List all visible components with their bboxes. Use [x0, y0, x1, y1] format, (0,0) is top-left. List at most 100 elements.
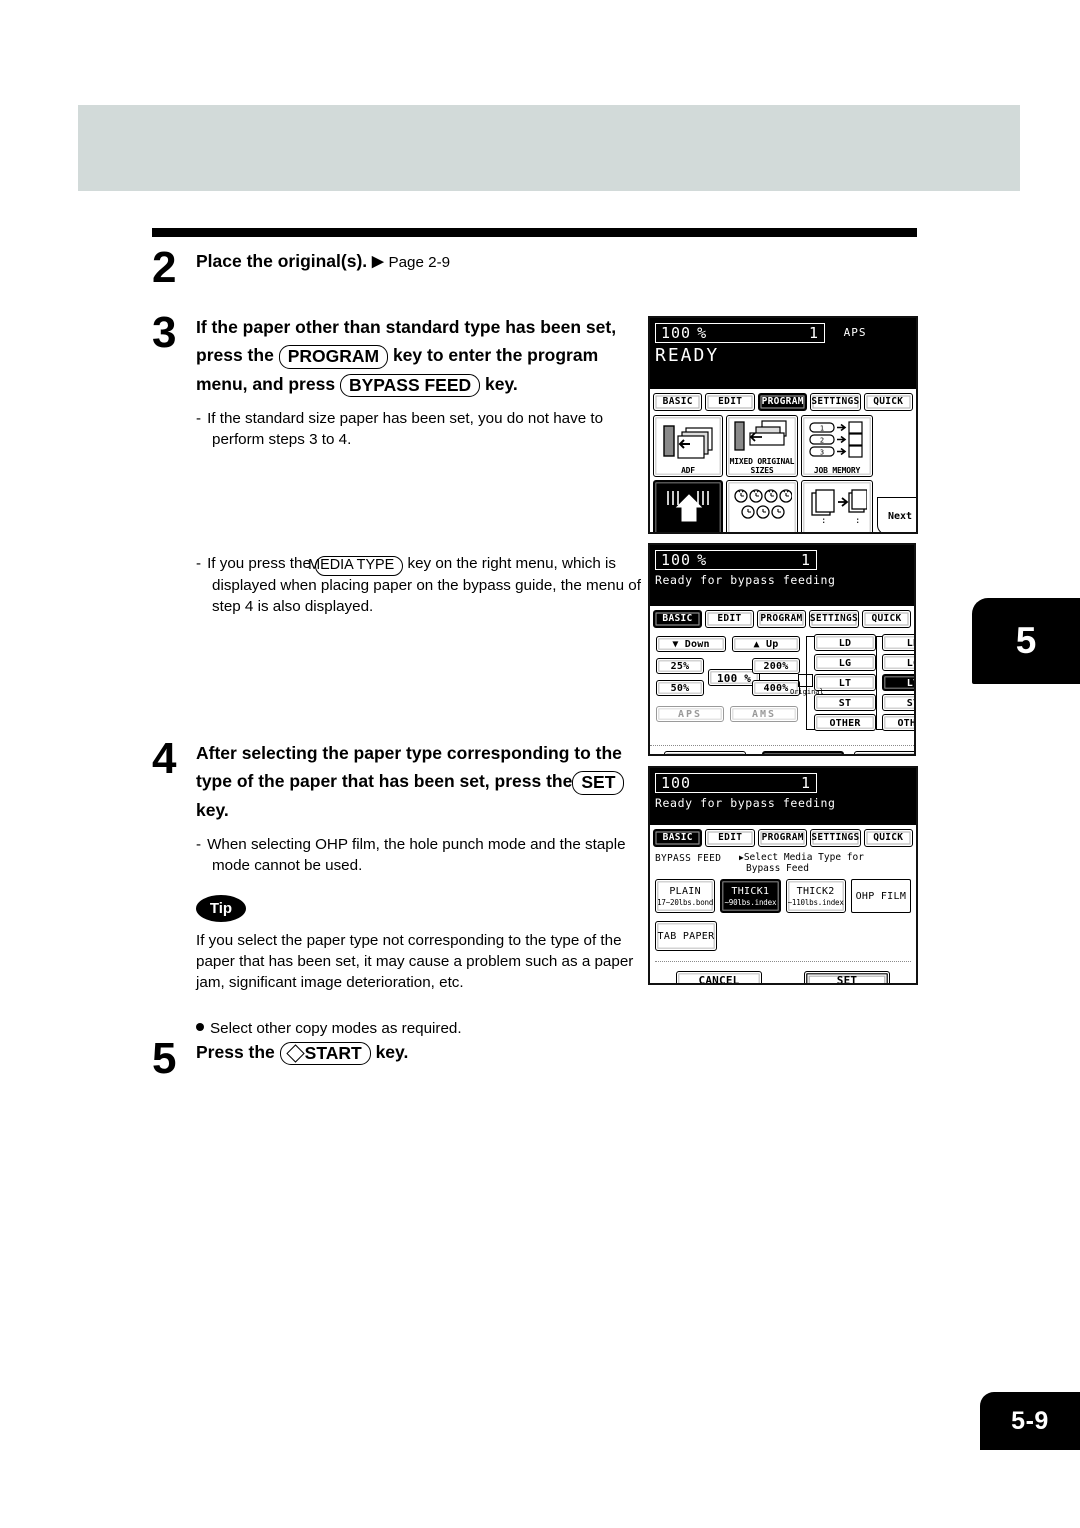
- weekly-timer-icon: [727, 481, 797, 532]
- lcd1-tab-settings[interactable]: SETTINGS: [810, 393, 861, 411]
- copy-size-lt[interactable]: LT: [882, 674, 914, 691]
- lcd-panel-basic-zoom: 100 % 1 Ready for bypass feeding BASIC E…: [648, 543, 916, 756]
- lcd1-cell-mixed-original-sizes[interactable]: MIXED ORIGINAL SIZES: [726, 415, 798, 477]
- lcd3-ratio-box: 100 1: [655, 772, 817, 793]
- step-5: 5 Press the START key.: [152, 1036, 652, 1080]
- cancel-button[interactable]: CANCEL: [676, 971, 762, 983]
- set-button[interactable]: SET: [804, 971, 890, 983]
- bullet-dot-icon: [196, 1022, 204, 1031]
- lcd3-tab-quick[interactable]: QUICK: [863, 829, 914, 847]
- lcd3-status-bar: 100 1 Ready for bypass feeding: [650, 768, 916, 825]
- ams-button[interactable]: AMS: [730, 706, 798, 722]
- zoom-down-button[interactable]: ▼ Down: [656, 636, 726, 652]
- lcd1-tab-edit[interactable]: EDIT: [705, 393, 755, 411]
- start-key-label: START: [304, 1042, 362, 1063]
- media-type-key[interactable]: MEDIA TYPE: [308, 555, 404, 576]
- media-type-row-2: TAB PAPER: [650, 918, 916, 952]
- note-dash: -: [196, 836, 202, 854]
- media-button-thick1[interactable]: THICK1 ~90lbs.index: [720, 879, 781, 914]
- step-4-title: After selecting the paper type correspon…: [196, 739, 652, 824]
- lcd1-function-grid: ADF MIXED ORIGINAL SIZES 1 2 3 JOB MEMOR…: [650, 413, 916, 532]
- lcd2-tab-edit[interactable]: EDIT: [704, 610, 754, 628]
- step-5-title: Press the START key.: [196, 1039, 652, 1066]
- original-size-other[interactable]: OTHER: [814, 714, 876, 731]
- other-key-icon: : :: [802, 481, 872, 532]
- original-size-ld[interactable]: LD: [814, 634, 876, 651]
- lcd3-ratio: 100: [661, 773, 692, 792]
- instruction-column: 2 Place the original(s). ▶ Page 2-9 3 If…: [152, 246, 652, 1080]
- media-button-ohp-film[interactable]: OHP FILM: [850, 879, 911, 914]
- media-button-tab-paper-label: TAB PAPER: [657, 930, 715, 942]
- non-standard-button[interactable]: NON STANDARD: [854, 751, 914, 754]
- step-3-number: 3: [152, 307, 177, 357]
- zoom-25-button[interactable]: 25%: [656, 658, 704, 674]
- zoom-50-button[interactable]: 50%: [656, 680, 704, 696]
- step-4-line3: key.: [196, 799, 229, 820]
- original-sheet-icon: [798, 674, 813, 687]
- lcd3-mode-label: BYPASS FEED: [655, 853, 722, 864]
- lcd2-tab-program[interactable]: PROGRAM: [756, 610, 806, 628]
- lcd2-tab-settings[interactable]: SETTINGS: [808, 610, 860, 628]
- step-3-title: If the paper other than standard type ha…: [196, 313, 652, 398]
- lcd2-tab-basic[interactable]: BASIC: [653, 610, 702, 628]
- lcd1-cell-weekly-timer[interactable]: WEEKLY TIMER: [726, 480, 798, 532]
- lcd3-tab-basic[interactable]: BASIC: [653, 829, 703, 847]
- original-size-st[interactable]: ST: [814, 694, 876, 711]
- lcd2-tab-quick[interactable]: QUICK: [862, 610, 912, 628]
- lcd1-tab-program[interactable]: PROGRAM: [757, 393, 808, 411]
- lcd3-message: Ready for bypass feeding: [655, 795, 836, 810]
- original-size-column: LD LG LT ST OTHER: [814, 634, 876, 734]
- media-button-tab-paper[interactable]: TAB PAPER: [655, 921, 717, 952]
- copy-size-column: LD LG LT ST OTHER: [882, 634, 914, 734]
- lcd1-cell-other-key[interactable]: : : OTHER KEY: [801, 480, 873, 532]
- lcd1-cell-bypass-feed-label: BYPASS FEED: [663, 531, 714, 532]
- copy-size-other[interactable]: OTHER: [882, 714, 914, 731]
- lcd2-footer: RETURN MEDIA TYPE NON STANDARD: [650, 745, 914, 754]
- set-key[interactable]: SET: [572, 771, 625, 796]
- step-4-note-text: When selecting OHP film, the hole punch …: [207, 836, 626, 875]
- media-button-thick1-weight: ~90lbs.index: [724, 897, 777, 907]
- lcd2-body: ▼ Down ▲ Up 25% 50% 100 % 200% 400% APS …: [650, 630, 914, 754]
- lcd1-cell-other-key-label: OTHER KEY: [816, 531, 858, 532]
- bypass-feed-key[interactable]: BYPASS FEED: [339, 373, 481, 398]
- bypass-feed-icon: [654, 481, 722, 532]
- zoom-200-button[interactable]: 200%: [752, 658, 800, 674]
- zoom-down-label: Down: [684, 639, 710, 650]
- lcd2-ratio-box: 100 % 1: [655, 549, 817, 570]
- copy-size-st[interactable]: ST: [882, 694, 914, 711]
- lcd1-tabstrip: BASIC EDIT PROGRAM SETTINGS QUICK: [650, 389, 916, 413]
- step-4-number: 4: [152, 734, 177, 784]
- lcd2-status-bar: 100 % 1 Ready for bypass feeding: [650, 545, 914, 606]
- lcd1-tab-basic[interactable]: BASIC: [653, 393, 703, 411]
- lcd1-cell-job-memory[interactable]: 1 2 3 JOB MEMORY: [801, 415, 873, 477]
- copy-size-ld[interactable]: LD: [882, 634, 914, 651]
- step-4-line1: After selecting the paper type correspon…: [196, 743, 622, 764]
- zoom-up-button[interactable]: ▲ Up: [732, 636, 800, 652]
- lcd1-cell-adf[interactable]: ADF: [653, 415, 723, 477]
- lcd3-tab-settings[interactable]: SETTINGS: [810, 829, 861, 847]
- step-4-line2a: type of the paper that has been set, pre…: [196, 771, 573, 792]
- lcd3-tab-program[interactable]: PROGRAM: [757, 829, 808, 847]
- lcd1-ratio-box: 100 % 1: [655, 322, 825, 343]
- original-size-lg[interactable]: LG: [814, 654, 876, 671]
- right-arrow-icon: ▶: [372, 253, 384, 270]
- program-key[interactable]: PROGRAM: [278, 345, 389, 369]
- lcd1-copies: 1: [808, 323, 819, 342]
- lcd1-tab-quick[interactable]: QUICK: [863, 393, 914, 411]
- aps-button[interactable]: APS: [656, 706, 724, 722]
- lcd3-tab-edit[interactable]: EDIT: [705, 829, 755, 847]
- lcd1-status-bar: 100 % 1 APS READY: [650, 318, 916, 389]
- start-key[interactable]: START: [279, 1041, 371, 1066]
- media-button-thick2[interactable]: THICK2 ~110lbs.index: [785, 879, 846, 914]
- copy-size-lg[interactable]: LG: [882, 654, 914, 671]
- media-button-plain[interactable]: PLAIN 17~20lbs.bond: [655, 879, 716, 914]
- note-dash: -: [196, 554, 202, 572]
- step-3-line2a: press the: [196, 345, 274, 366]
- media-type-button[interactable]: MEDIA TYPE: [762, 751, 844, 754]
- step-5-text-b: key.: [375, 1041, 409, 1062]
- step-4-bullet-text: Select other copy modes as required.: [210, 1019, 462, 1037]
- lcd1-cell-bypass-feed[interactable]: BYPASS FEED: [653, 480, 723, 532]
- return-button[interactable]: RETURN: [664, 751, 746, 754]
- adf-icon: [654, 416, 722, 467]
- lcd1-next-button[interactable]: Next: [877, 497, 916, 532]
